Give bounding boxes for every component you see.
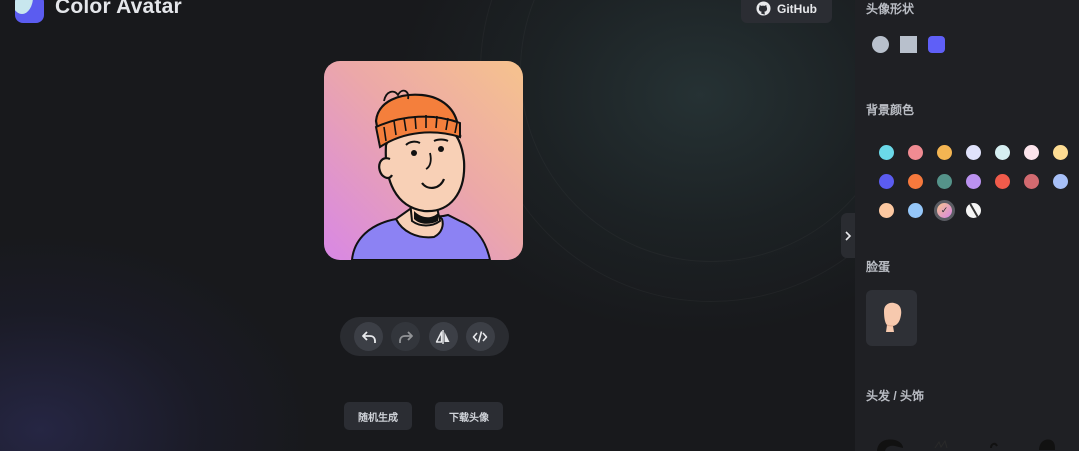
color-swatch[interactable] xyxy=(908,145,923,160)
flip-icon xyxy=(435,329,450,344)
color-swatch-cell[interactable] xyxy=(959,167,988,196)
color-swatch-cell[interactable] xyxy=(959,138,988,167)
hair-option-icon xyxy=(934,439,948,449)
code-icon xyxy=(472,330,488,343)
color-swatch-cell[interactable] xyxy=(988,167,1017,196)
section-title-face: 脸蛋 xyxy=(866,260,891,274)
color-swatch[interactable] xyxy=(879,203,894,218)
github-label: GitHub xyxy=(777,1,817,16)
color-swatch-cell[interactable] xyxy=(930,138,959,167)
background-color-grid: ✓ xyxy=(872,138,1079,225)
shape-option-squircle[interactable] xyxy=(928,36,945,53)
color-swatch-cell[interactable] xyxy=(988,138,1017,167)
shape-option-square[interactable] xyxy=(900,36,917,53)
color-swatch[interactable] xyxy=(995,145,1010,160)
color-swatch-cell[interactable] xyxy=(901,196,930,225)
hair-option-icon xyxy=(990,442,998,449)
color-swatch-cell[interactable]: ✓ xyxy=(930,196,959,225)
sidebar-toggle-button[interactable] xyxy=(841,213,855,258)
color-swatch-cell[interactable] xyxy=(1046,167,1075,196)
settings-sidebar: 头像形状 背景颜色 ✓ 脸蛋 头发 / 头饰 xyxy=(855,0,1079,451)
color-swatch-cell[interactable] xyxy=(930,167,959,196)
redo-button[interactable] xyxy=(391,322,421,351)
color-swatch[interactable] xyxy=(1053,174,1068,189)
hair-option-icon xyxy=(1039,439,1055,450)
code-button[interactable] xyxy=(465,322,495,351)
face-option[interactable] xyxy=(866,290,917,346)
avatar-illustration xyxy=(350,89,492,260)
color-swatch[interactable] xyxy=(908,174,923,189)
color-swatch-cell[interactable] xyxy=(901,138,930,167)
color-swatch[interactable] xyxy=(1053,145,1068,160)
color-swatch[interactable] xyxy=(879,145,894,160)
app-logo xyxy=(15,0,44,23)
color-swatch-cell[interactable] xyxy=(872,167,901,196)
face-icon xyxy=(883,302,901,332)
download-avatar-button[interactable]: 下载头像 xyxy=(435,402,503,430)
main-canvas: Color Avatar GitHub 随机生成 下载头像 xyxy=(0,0,855,451)
color-swatch[interactable] xyxy=(937,145,952,160)
section-title-hair: 头发 / 头饰 xyxy=(866,389,925,403)
color-swatch-cell[interactable] xyxy=(1017,138,1046,167)
color-swatch-cell[interactable] xyxy=(872,196,901,225)
flip-button[interactable] xyxy=(428,322,458,351)
color-swatch-transparent[interactable] xyxy=(966,203,981,218)
undo-button[interactable] xyxy=(354,322,384,351)
color-swatch-gradient[interactable]: ✓ xyxy=(934,200,955,221)
app-title: Color Avatar xyxy=(55,0,182,18)
color-swatch[interactable] xyxy=(966,174,981,189)
undo-icon xyxy=(361,330,376,343)
color-swatch-cell[interactable] xyxy=(872,138,901,167)
color-swatch[interactable] xyxy=(937,174,952,189)
avatar-preview xyxy=(324,61,523,260)
random-generate-button[interactable]: 随机生成 xyxy=(344,402,412,430)
redo-icon xyxy=(398,330,413,343)
section-title-shape: 头像形状 xyxy=(866,2,915,16)
color-swatch-cell[interactable] xyxy=(1046,138,1075,167)
hair-options-row xyxy=(877,439,1055,451)
section-title-background: 背景颜色 xyxy=(866,103,915,117)
toolbar xyxy=(340,317,509,356)
shape-option-circle[interactable] xyxy=(872,36,889,53)
chevron-right-icon xyxy=(845,230,852,241)
color-swatch[interactable] xyxy=(995,174,1010,189)
color-swatch[interactable] xyxy=(1024,145,1039,160)
color-swatch[interactable] xyxy=(966,145,981,160)
github-icon xyxy=(756,1,771,16)
color-swatch[interactable] xyxy=(908,203,923,218)
hair-option-icon xyxy=(877,439,903,451)
github-button[interactable]: GitHub xyxy=(741,0,832,23)
color-swatch-cell[interactable] xyxy=(901,167,930,196)
color-swatch[interactable] xyxy=(1024,174,1039,189)
color-swatch-cell[interactable] xyxy=(1017,167,1046,196)
color-swatch[interactable] xyxy=(879,174,894,189)
color-swatch-cell[interactable] xyxy=(959,196,988,225)
